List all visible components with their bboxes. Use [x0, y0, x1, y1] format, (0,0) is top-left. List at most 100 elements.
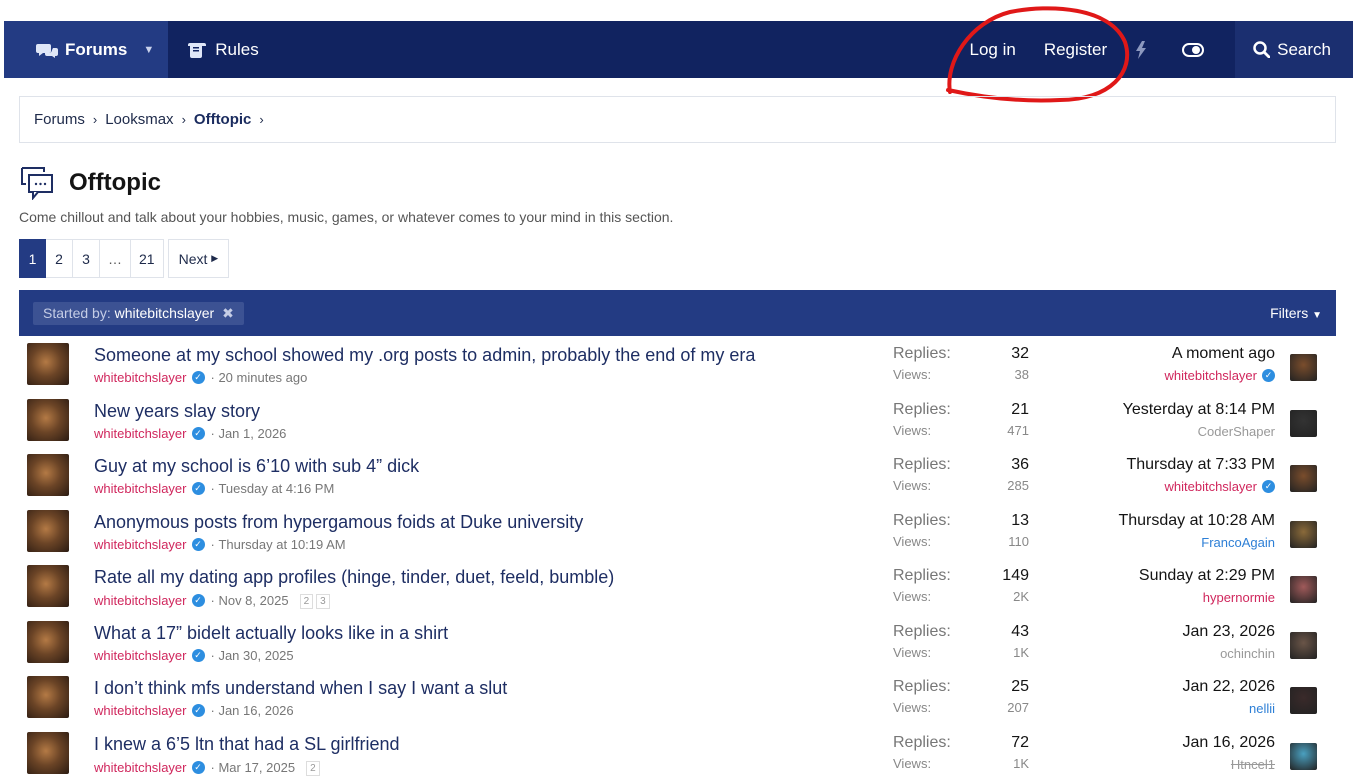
- thread-title-link[interactable]: Guy at my school is 6’10 with sub 4” dic…: [94, 456, 419, 477]
- whats-new-button[interactable]: [1121, 21, 1168, 78]
- author-avatar[interactable]: [27, 731, 69, 774]
- thread-title-link[interactable]: New years slay story: [94, 401, 260, 422]
- chevron-down-icon[interactable]: ▼: [143, 44, 154, 56]
- thread-row[interactable]: I knew a 6’5 ltn that had a SL girlfrien…: [19, 725, 1336, 778]
- thread-stats: Replies: 32 Views: 38: [893, 345, 1029, 382]
- last-poster-avatar[interactable]: [1290, 687, 1317, 714]
- thread-title-link[interactable]: Someone at my school showed my .org post…: [94, 345, 755, 366]
- last-poster-avatar[interactable]: [1290, 465, 1317, 492]
- author-avatar[interactable]: [27, 620, 69, 663]
- thread-row[interactable]: I don’t think mfs understand when I say …: [19, 669, 1336, 725]
- thread-start-date[interactable]: Jan 1, 2026: [218, 426, 286, 441]
- author-avatar[interactable]: [27, 509, 69, 552]
- thread-start-date[interactable]: Nov 8, 2025: [218, 593, 288, 608]
- thread-row[interactable]: New years slay story whitebitchslayer ✓ …: [19, 392, 1336, 448]
- last-post-user-link[interactable]: whitebitchslayer: [1165, 368, 1258, 383]
- thread-author-link[interactable]: whitebitchslayer: [94, 426, 187, 441]
- last-poster-avatar[interactable]: [1290, 354, 1317, 381]
- replies-count: 32: [1011, 345, 1029, 362]
- last-post-user-link[interactable]: Htncel1: [1231, 757, 1275, 772]
- last-poster-avatar[interactable]: [1290, 742, 1317, 770]
- last-post-time[interactable]: Jan 23, 2026: [1182, 623, 1275, 641]
- thread-page-link[interactable]: 2: [299, 594, 314, 609]
- nav-forums-tab[interactable]: Forums ▼: [4, 21, 169, 78]
- thread-start-date[interactable]: 20 minutes ago: [218, 370, 307, 385]
- author-avatar[interactable]: [27, 398, 69, 441]
- thread-author-link[interactable]: whitebitchslayer: [94, 537, 187, 552]
- thread-title-link[interactable]: I don’t think mfs understand when I say …: [94, 678, 507, 699]
- page-title: Offtopic: [69, 169, 161, 196]
- thread-row[interactable]: Someone at my school showed my .org post…: [19, 336, 1336, 392]
- thread-row[interactable]: What a 17” bidelt actually looks like in…: [19, 614, 1336, 670]
- thread-row[interactable]: Rate all my dating app profiles (hinge, …: [19, 558, 1336, 614]
- thread-page-link[interactable]: 3: [316, 594, 330, 609]
- page-ellipsis[interactable]: …: [100, 239, 131, 278]
- last-poster-avatar[interactable]: [1290, 631, 1317, 659]
- replies-count: 43: [1011, 622, 1029, 640]
- last-post-time[interactable]: Jan 16, 2026: [1182, 734, 1275, 752]
- thread-row[interactable]: Guy at my school is 6’10 with sub 4” dic…: [19, 447, 1336, 503]
- last-post-user-link[interactable]: CoderShaper: [1198, 424, 1275, 439]
- page-2[interactable]: 2: [46, 239, 73, 278]
- author-avatar[interactable]: [27, 454, 69, 496]
- thread-author-link[interactable]: whitebitchslayer: [94, 703, 187, 718]
- page-1[interactable]: 1: [19, 239, 46, 278]
- last-poster-avatar[interactable]: [1290, 520, 1317, 548]
- started-by-filter-chip[interactable]: Started by: whitebitchslayer ✖: [33, 301, 244, 325]
- last-post-user-link[interactable]: whitebitchslayer: [1165, 479, 1258, 494]
- last-post-time[interactable]: Thursday at 7:33 PM: [1126, 456, 1275, 474]
- last-poster-avatar[interactable]: [1290, 409, 1317, 437]
- remove-filter-icon[interactable]: ✖: [222, 305, 234, 321]
- last-post-time[interactable]: Jan 22, 2026: [1182, 678, 1275, 696]
- thread-stats: Replies: 21 Views: 471: [893, 401, 1029, 438]
- last-post-user-link[interactable]: hypernormie: [1203, 590, 1275, 605]
- thread-start-date[interactable]: Mar 17, 2025: [218, 760, 295, 775]
- thread-row[interactable]: Anonymous posts from hypergamous foids a…: [19, 503, 1336, 559]
- thread-author-link[interactable]: whitebitchslayer: [94, 593, 187, 608]
- thread-author-link[interactable]: whitebitchslayer: [94, 481, 187, 496]
- last-post-user-link[interactable]: nellii: [1249, 701, 1275, 716]
- page-21[interactable]: 21: [131, 239, 164, 278]
- author-avatar[interactable]: [27, 676, 69, 718]
- thread-start-date[interactable]: Tuesday at 4:16 PM: [218, 481, 334, 496]
- breadcrumb-looksmax[interactable]: Looksmax: [105, 111, 173, 128]
- thread-author-link[interactable]: whitebitchslayer: [94, 370, 187, 385]
- style-toggle-button[interactable]: [1168, 21, 1225, 78]
- thread-title-link[interactable]: What a 17” bidelt actually looks like in…: [94, 623, 448, 644]
- last-post-user-link[interactable]: ochinchin: [1220, 646, 1275, 661]
- search-button[interactable]: Search: [1235, 21, 1353, 78]
- next-page-button[interactable]: Next ▶: [167, 239, 230, 278]
- last-post-user-link[interactable]: FrancoAgain: [1201, 535, 1275, 550]
- thread-title-link[interactable]: Anonymous posts from hypergamous foids a…: [94, 512, 583, 533]
- page-3[interactable]: 3: [73, 239, 100, 278]
- views-label: Views:: [893, 589, 932, 604]
- thread-start-date[interactable]: Thursday at 10:19 AM: [218, 537, 345, 552]
- views-row: Views: 38: [893, 367, 1029, 382]
- thread-author-link[interactable]: whitebitchslayer: [94, 648, 187, 663]
- login-link[interactable]: Log in: [955, 21, 1029, 78]
- chevron-right-icon: ›: [259, 112, 264, 127]
- thread-start-date[interactable]: Jan 16, 2026: [218, 703, 293, 718]
- breadcrumb-forums[interactable]: Forums: [34, 111, 85, 128]
- last-post-time[interactable]: A moment ago: [1165, 345, 1275, 363]
- scroll-icon: [188, 42, 207, 58]
- pagination: 1 2 3 … 21 Next ▶: [19, 239, 230, 278]
- thread-title-link[interactable]: Rate all my dating app profiles (hinge, …: [94, 567, 614, 588]
- verified-badge-icon: ✓: [191, 426, 205, 440]
- nav-rules-tab[interactable]: Rules: [168, 21, 278, 78]
- last-post-time[interactable]: Thursday at 10:28 AM: [1118, 512, 1275, 530]
- last-post-time[interactable]: Sunday at 2:29 PM: [1139, 567, 1275, 585]
- filters-dropdown-button[interactable]: Filters ▼: [1270, 305, 1322, 321]
- register-link[interactable]: Register: [1030, 21, 1121, 78]
- breadcrumb-offtopic[interactable]: Offtopic: [194, 111, 252, 128]
- last-post: Sunday at 2:29 PM hypernormie: [1139, 567, 1275, 605]
- last-post-time[interactable]: Yesterday at 8:14 PM: [1123, 401, 1275, 419]
- thread-start-date[interactable]: Jan 30, 2025: [218, 648, 293, 663]
- thread-author-link[interactable]: whitebitchslayer: [94, 760, 187, 775]
- author-avatar[interactable]: [27, 565, 69, 607]
- thread-title-link[interactable]: I knew a 6’5 ltn that had a SL girlfrien…: [94, 734, 400, 755]
- thread-page-link[interactable]: 2: [306, 760, 320, 776]
- views-count: 110: [1008, 533, 1029, 549]
- author-avatar[interactable]: [27, 343, 69, 385]
- last-poster-avatar[interactable]: [1290, 576, 1317, 603]
